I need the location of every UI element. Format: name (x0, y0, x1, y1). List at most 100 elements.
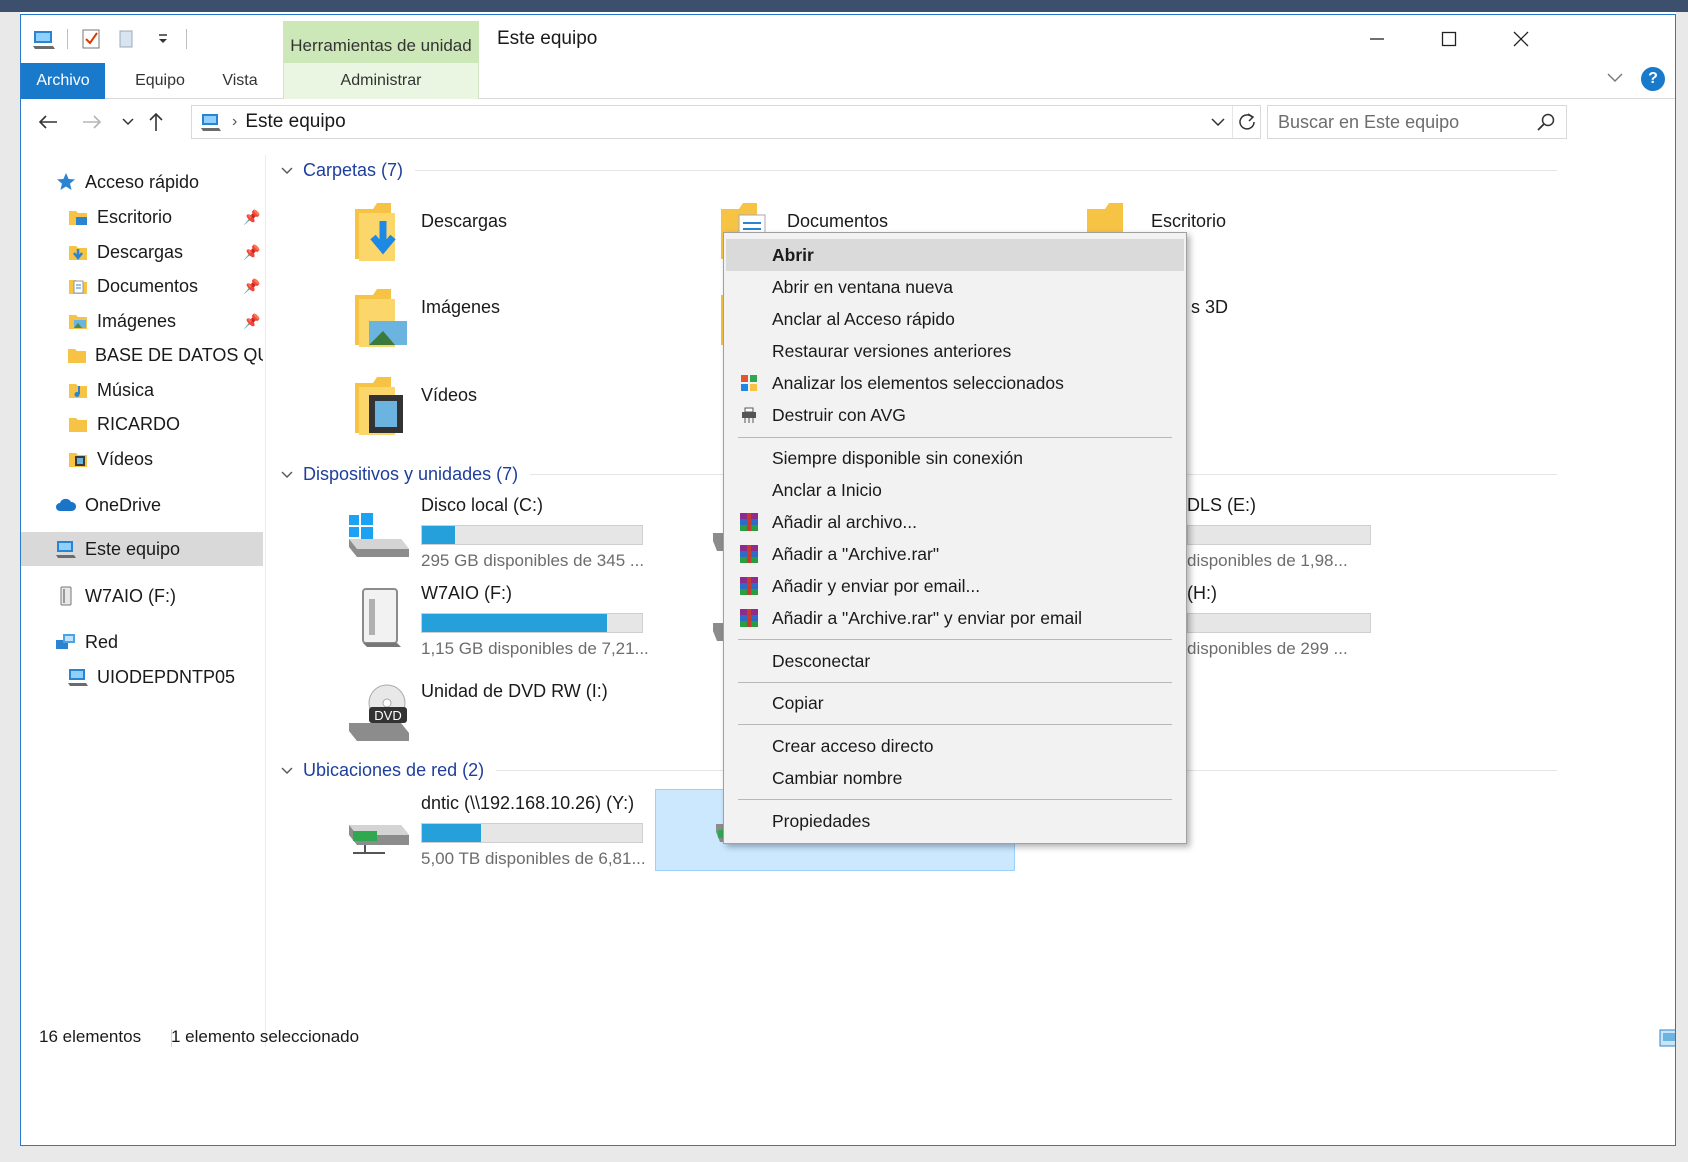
folder-tile-videos[interactable]: Vídeos (353, 373, 683, 449)
collapse-chevron-icon[interactable] (281, 466, 293, 482)
close-button[interactable] (1485, 15, 1557, 63)
minimize-button[interactable] (1341, 15, 1413, 63)
folder-tile-imagenes[interactable]: Imágenes (353, 285, 683, 361)
desktop-backdrop-bottom (0, 1146, 1688, 1162)
menu-item-restaurar-versiones[interactable]: Restaurar versiones anteriores (726, 335, 1184, 367)
menu-item-anclar-acceso-rapido[interactable]: Anclar al Acceso rápido (726, 303, 1184, 335)
menu-item-label: Abrir en ventana nueva (772, 276, 953, 297)
sidebar-item-imagenes[interactable]: Imágenes 📌 (67, 304, 260, 338)
menu-item-anadir-rar-enviar-email[interactable]: Añadir a "Archive.rar" y enviar por emai… (726, 602, 1184, 634)
address-bar[interactable]: › Este equipo (191, 105, 1261, 139)
folder-tile-descargas[interactable]: Descargas (353, 199, 683, 275)
menu-item-siempre-disponible[interactable]: Siempre disponible sin conexión (726, 442, 1184, 474)
pin-icon[interactable]: 📌 (243, 209, 260, 226)
tile-label: Descargas (421, 211, 508, 231)
address-bar-controls (1204, 106, 1260, 138)
sidebar-item-label: OneDrive (85, 494, 162, 515)
drive-tile-h[interactable]: (H:) disponibles de 299 ... (1187, 583, 1387, 667)
up-arrow-icon[interactable] (141, 107, 171, 137)
drive-tile-f[interactable]: W7AIO (F:) 1,15 GB disponibles de 7,21..… (345, 583, 675, 667)
menu-item-crear-acceso-directo[interactable]: Crear acceso directo (726, 730, 1184, 762)
menu-item-label: Añadir y enviar por email... (772, 575, 981, 596)
pin-icon[interactable]: 📌 (243, 313, 260, 330)
winrar-icon (738, 607, 760, 629)
sidebar-item-documentos[interactable]: Documentos 📌 (67, 269, 260, 303)
sidebar-item-videos[interactable]: Vídeos (67, 442, 153, 476)
menu-item-desconectar[interactable]: Desconectar (726, 645, 1184, 677)
customize-toolbar-chevron-icon[interactable] (150, 26, 176, 52)
search-icon[interactable] (1536, 112, 1556, 137)
pane-divider[interactable] (265, 155, 266, 1047)
menu-item-copiar[interactable]: Copiar (726, 687, 1184, 719)
sidebar-item-label: Documentos (97, 275, 199, 296)
breadcrumb-este-equipo[interactable]: Este equipo (245, 111, 345, 133)
sidebar-item-uiodepdntp05[interactable]: UIODEPDNTP05 (67, 660, 235, 694)
menu-separator (738, 639, 1172, 640)
maximize-button[interactable] (1413, 15, 1485, 63)
menu-item-cambiar-nombre[interactable]: Cambiar nombre (726, 762, 1184, 794)
large-icons-view-icon[interactable] (1659, 1029, 1675, 1052)
menu-item-anadir-archive-rar[interactable]: Añadir a "Archive.rar" (726, 538, 1184, 570)
breadcrumb-separator-icon[interactable]: › (232, 113, 237, 131)
drive-tools-context-tab-header: Herramientas de unidad (283, 21, 479, 63)
sidebar-item-red[interactable]: Red (55, 625, 118, 659)
menu-item-abrir[interactable]: Abrir (726, 239, 1184, 271)
search-input[interactable]: Buscar en Este equipo (1267, 105, 1567, 139)
collapse-chevron-icon[interactable] (281, 762, 293, 778)
sidebar-item-base-de-datos[interactable]: BASE DE DATOS QU (67, 338, 263, 372)
new-folder-icon[interactable] (114, 26, 140, 52)
tile-label: Escritorio (1151, 211, 1227, 231)
properties-icon[interactable] (78, 26, 104, 52)
drive-usage-fill (422, 614, 607, 632)
tile-label: (H:) (1187, 583, 1217, 603)
menu-item-label: Anclar al Acceso rápido (772, 308, 955, 329)
tab-vista[interactable]: Vista (207, 63, 273, 99)
folder-tile-objetos-3d[interactable]: s 3D (1187, 285, 1307, 361)
sidebar-item-acceso-rapido[interactable]: Acceso rápido (55, 165, 199, 199)
ribbon-tab-bar: Archivo Equipo Vista Administrar ? (21, 63, 1675, 99)
computer-icon[interactable] (31, 26, 57, 52)
title-bar: Herramientas de unidad Este equipo (21, 15, 1675, 63)
videos-folder-icon (355, 377, 403, 435)
sidebar-item-label: RICARDO (97, 413, 181, 434)
menu-item-analizar[interactable]: Analizar los elementos seleccionados (726, 367, 1184, 399)
expand-ribbon-chevron-icon[interactable] (1607, 70, 1623, 88)
navigation-bar: › Este equipo Buscar en Este equipo (21, 99, 1675, 145)
computer-icon (55, 538, 77, 560)
menu-item-abrir-ventana-nueva[interactable]: Abrir en ventana nueva (726, 271, 1184, 303)
pin-icon[interactable]: 📌 (243, 278, 260, 295)
sidebar-item-label: Red (85, 631, 119, 652)
menu-item-destruir-avg[interactable]: Destruir con AVG (726, 399, 1184, 431)
recent-locations-chevron-icon[interactable] (113, 107, 143, 137)
help-icon[interactable]: ? (1641, 67, 1665, 91)
sidebar-item-escritorio[interactable]: Escritorio 📌 (67, 200, 260, 234)
forward-arrow-icon[interactable] (77, 107, 107, 137)
drive-tile-c[interactable]: Disco local (C:) 295 GB disponibles de 3… (345, 495, 675, 579)
network-tile-y[interactable]: dntic (\\192.168.10.26) (Y:) 5,00 TB dis… (345, 791, 675, 875)
music-folder-icon (67, 379, 89, 401)
address-dropdown-chevron-icon[interactable] (1204, 118, 1232, 126)
drive-tile-e[interactable]: DLS (E:) disponibles de 1,98... (1187, 495, 1387, 579)
menu-item-anadir-enviar-email[interactable]: Añadir y enviar por email... (726, 570, 1184, 602)
menu-item-anadir-archivo[interactable]: Añadir al archivo... (726, 506, 1184, 538)
back-arrow-icon[interactable] (33, 107, 63, 137)
sidebar-item-este-equipo[interactable]: Este equipo (21, 532, 263, 566)
sidebar-item-onedrive[interactable]: OneDrive (55, 488, 161, 522)
tab-archivo[interactable]: Archivo (21, 63, 105, 99)
menu-item-anclar-inicio[interactable]: Anclar a Inicio (726, 474, 1184, 506)
drive-tile-i[interactable]: DVD Unidad de DVD RW (I:) (345, 679, 675, 745)
pin-icon[interactable]: 📌 (243, 244, 260, 261)
collapse-chevron-icon[interactable] (281, 162, 293, 178)
menu-item-label: Cambiar nombre (772, 767, 903, 788)
sidebar-item-ricardo[interactable]: RICARDO (67, 407, 180, 441)
tab-administrar[interactable]: Administrar (283, 63, 479, 99)
sidebar-item-musica[interactable]: Música (67, 373, 154, 407)
menu-item-propiedades[interactable]: Propiedades (726, 805, 1184, 837)
sidebar-item-w7aio[interactable]: W7AIO (F:) (55, 579, 176, 613)
tab-equipo[interactable]: Equipo (117, 63, 203, 99)
refresh-icon[interactable] (1232, 106, 1260, 138)
menu-item-label: Anclar a Inicio (772, 479, 882, 500)
dvd-drive-icon: DVD (349, 684, 409, 741)
sidebar-item-descargas[interactable]: Descargas 📌 (67, 235, 260, 269)
group-header-carpetas[interactable]: Carpetas (7) (281, 157, 1557, 183)
